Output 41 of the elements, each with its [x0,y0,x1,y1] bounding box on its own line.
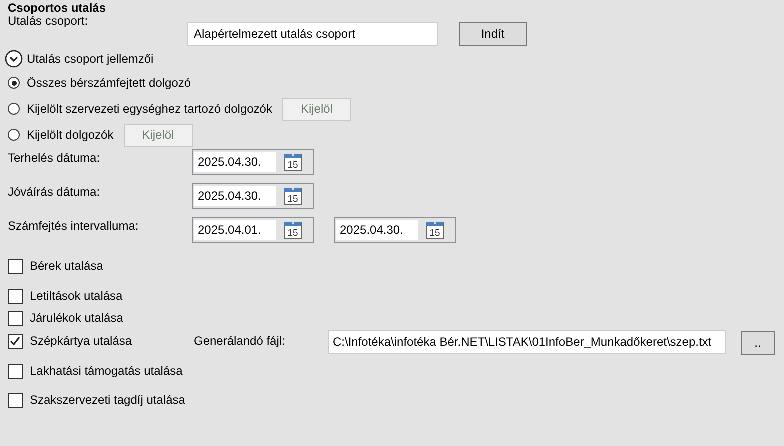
section-toggle-label: Utalás csoport jellemzői [27,52,154,66]
browse-button[interactable]: .. [741,331,775,355]
calendar-icon[interactable]: 15 [284,187,302,205]
checkbox-label: Letiltások utalása [30,289,124,303]
field-label: Számfejtés intervalluma: [8,219,140,233]
checkbox-label: Bérek utalása [30,259,104,273]
checkbox-label: Lakhatási támogatás utalása [30,364,184,378]
checkbox[interactable] [8,288,23,304]
checkbox-label: Szépkártya utalása [30,334,134,348]
field-label: Jóváírás dátuma: [8,185,102,199]
expander-icon[interactable] [5,50,23,68]
check-icon [9,334,21,346]
checkbox[interactable] [8,392,23,408]
date-field[interactable]: 2025.04.01. 15 [192,217,314,243]
date-field[interactable]: 2025.04.30. 15 [192,149,314,175]
select-button[interactable]: Kijelöl [124,124,193,146]
checkbox-label: Szakszervezeti tagdíj utalása [30,393,186,407]
field-label: Terhelés dátuma: [8,151,102,165]
radio-button[interactable] [8,77,20,89]
calendar-icon[interactable]: 15 [284,153,302,171]
checkbox[interactable] [8,334,23,348]
radio-label: Összes bérszámfejtett dolgozó [27,76,192,90]
checkbox-label: Járulékok utalása [30,311,124,325]
field-label: Generálandó fájl: [194,334,286,348]
select-button[interactable]: Kijelöl [282,98,352,120]
calendar-icon[interactable]: 15 [426,221,444,239]
checkbox[interactable] [8,310,23,326]
radio-button[interactable] [8,103,20,115]
date-field[interactable]: 2025.04.30. 15 [334,217,456,243]
start-button[interactable]: Indít [459,22,527,46]
radio-label: Kijelölt szervezeti egységhez tartozó dolgozók [27,102,272,116]
calendar-icon[interactable]: 15 [284,221,302,239]
date-field[interactable]: 2025.04.30. 15 [192,183,314,209]
checkbox[interactable] [8,364,23,378]
radio-label: Kijelölt dolgozók [27,128,114,142]
radio-button[interactable] [8,129,20,141]
file-path-field[interactable]: C:\Infotéka\infotéka Bér.NET\LISTAK\01InfoBer_Munkadőkeret\szep.txt [328,330,726,354]
input-field[interactable]: Alapértelmezett utalás csoport [187,22,438,46]
checkbox[interactable] [8,258,23,274]
field-label: Utalás csoport: [8,14,90,29]
section-title: Csoportos utalás [8,0,108,16]
